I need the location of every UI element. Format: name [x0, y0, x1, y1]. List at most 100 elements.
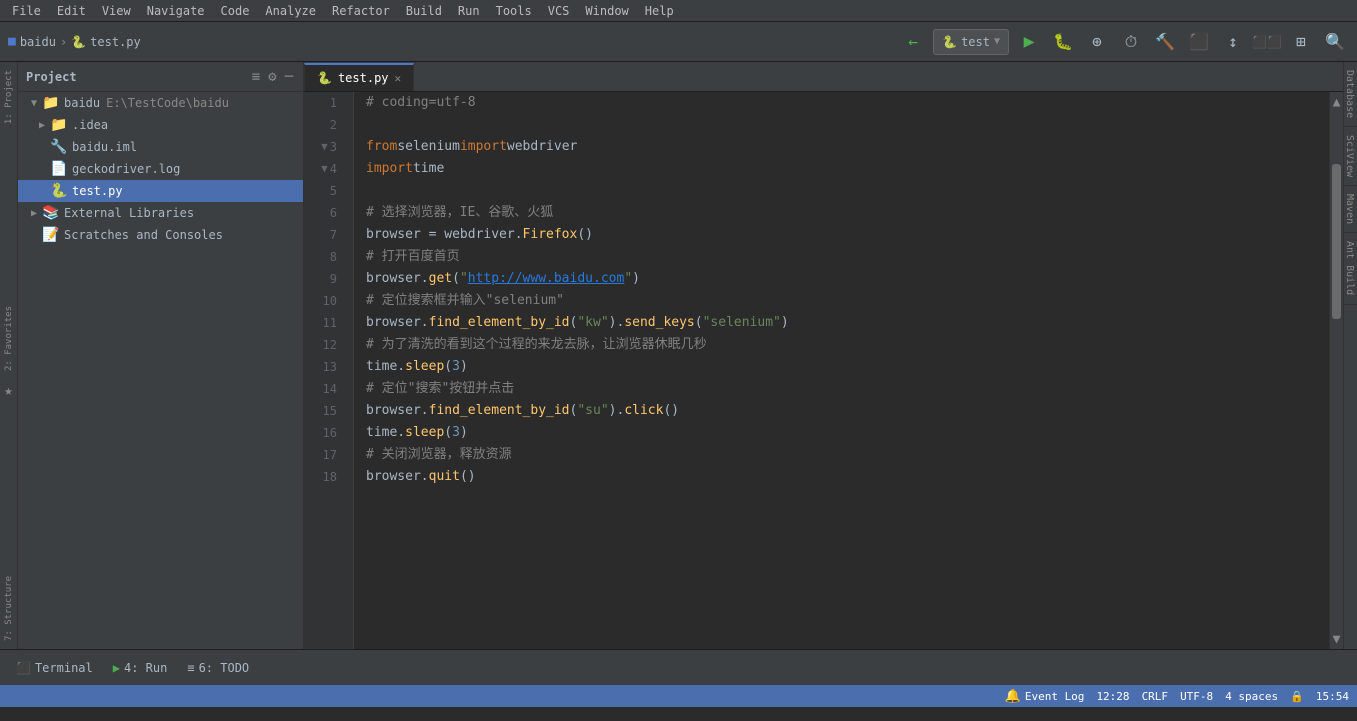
- stop-button[interactable]: ⬛: [1185, 28, 1213, 56]
- expand-arrow-baidu: ▼: [26, 98, 42, 109]
- sidebar-item-geckodriver[interactable]: 📄 geckodriver.log: [18, 158, 303, 180]
- code-line-8: # 打开百度首页: [366, 246, 1329, 268]
- menu-code[interactable]: Code: [213, 0, 258, 21]
- tab-close-testpy[interactable]: ✕: [395, 72, 402, 85]
- menu-help[interactable]: Help: [637, 0, 682, 21]
- left-icon-strip: 1: Project 2: Favorites ★ 7: Structure: [0, 62, 18, 649]
- code-text-1: # coding=utf-8: [366, 92, 476, 114]
- search-everywhere-button[interactable]: 🔍: [1321, 28, 1349, 56]
- right-tab-antbuild[interactable]: Ant Build: [1344, 233, 1357, 304]
- status-crlf[interactable]: CRLF: [1142, 690, 1169, 703]
- code-line-15: browser.find_element_by_id("su").click(): [366, 400, 1329, 422]
- sidebar-item-baidu[interactable]: ▼ 📁 baidu E:\TestCode\baidu: [18, 92, 303, 114]
- toolbar: ■ baidu › 🐍 test.py ← 🐍 test ▼ ▶ 🐛 ⊕ ⏱ 🔨…: [0, 22, 1357, 62]
- fold-marker-4[interactable]: ▼: [321, 158, 328, 180]
- debug-button[interactable]: 🐛: [1049, 28, 1077, 56]
- toolbar-right: ← 🐍 test ▼ ▶ 🐛 ⊕ ⏱ 🔨 ⬛ ↕ ⬛⬛ ⊞ 🔍: [899, 28, 1349, 56]
- tree-label-baidu: baidu: [64, 96, 100, 110]
- menu-analyze[interactable]: Analyze: [257, 0, 324, 21]
- code-area[interactable]: # coding=utf-8 from selenium import webd…: [354, 92, 1329, 649]
- right-tab-maven[interactable]: Maven: [1344, 186, 1357, 233]
- scroll-up-button[interactable]: ▲: [1330, 92, 1343, 112]
- code-line-12: # 为了清洗的看到这个过程的来龙去脉，让浏览器休眠几秒: [366, 334, 1329, 356]
- sidebar-minimize-button[interactable]: ─: [283, 67, 295, 87]
- right-tab-sciview[interactable]: SciView: [1344, 127, 1357, 186]
- code-wd: webdriver: [507, 136, 577, 158]
- menu-view[interactable]: View: [94, 0, 139, 21]
- run-panel-button[interactable]: ▶ 4: Run: [105, 657, 176, 679]
- code-text-9e: ": [624, 268, 632, 290]
- scroll-thumb[interactable]: [1332, 164, 1341, 319]
- status-encoding[interactable]: UTF-8: [1180, 690, 1213, 703]
- terminal-button[interactable]: ⬛ Terminal: [8, 657, 101, 679]
- code-text-11a: browser.: [366, 312, 429, 334]
- tree-label-scratches: Scratches and Consoles: [64, 228, 223, 242]
- coverage-button[interactable]: ⊕: [1083, 28, 1111, 56]
- scroll-down-button[interactable]: ▼: [1330, 629, 1343, 649]
- gutter-5: 5: [304, 180, 345, 202]
- terminal-label: Terminal: [35, 661, 93, 675]
- code-line-5: [366, 180, 1329, 202]
- menu-navigate[interactable]: Navigate: [139, 0, 213, 21]
- code-text-18b: quit: [429, 466, 460, 488]
- update-button[interactable]: ↕: [1219, 28, 1247, 56]
- code-text-9d: ": [460, 268, 468, 290]
- breadcrumb-project[interactable]: baidu: [20, 35, 56, 49]
- favorites-star-icon[interactable]: ★: [0, 379, 16, 403]
- layout-button[interactable]: ⊞: [1287, 28, 1315, 56]
- menu-build[interactable]: Build: [398, 0, 450, 21]
- event-log-link[interactable]: 🔔 Event Log: [1005, 689, 1085, 704]
- code-url-baidu[interactable]: http://www.baidu.com: [468, 268, 625, 290]
- sidebar-settings-button[interactable]: ≡: [250, 67, 262, 87]
- code-text-11g: (: [695, 312, 703, 334]
- run-icon: 🐍: [942, 35, 957, 49]
- menu-file[interactable]: File: [4, 0, 49, 21]
- todo-button[interactable]: ≡ 6: TODO: [179, 657, 257, 679]
- status-bar: 🔔 Event Log 12:28 CRLF UTF-8 4 spaces 🔒 …: [0, 685, 1357, 707]
- code-kw-import2: import: [366, 158, 413, 180]
- status-line-col[interactable]: 12:28: [1096, 690, 1129, 703]
- right-tabs: Database SciView Maven Ant Build: [1343, 62, 1357, 649]
- menu-edit[interactable]: Edit: [49, 0, 94, 21]
- folder-icon-baidu: 📁: [42, 95, 60, 111]
- code-line-3: from selenium import webdriver: [366, 136, 1329, 158]
- menu-window[interactable]: Window: [577, 0, 636, 21]
- sidebar-gear-button[interactable]: ⚙: [266, 67, 278, 87]
- terminal-button[interactable]: ⬛⬛: [1253, 28, 1281, 56]
- profile-button[interactable]: ⏱: [1117, 28, 1145, 56]
- menu-tools[interactable]: Tools: [488, 0, 540, 21]
- project-panel-toggle[interactable]: [8, 689, 22, 703]
- sidebar-header: Project ≡ ⚙ ─: [18, 62, 303, 92]
- expand-arrow-idea: ▶: [34, 120, 50, 131]
- menu-run[interactable]: Run: [450, 0, 488, 21]
- tab-testpy[interactable]: 🐍 test.py ✕: [304, 63, 414, 91]
- gutter: 1 2 ▼3 ▼4 5 6 7 8 9 10 11 12 13 14 15 16: [304, 92, 354, 649]
- build-button[interactable]: 🔨: [1151, 28, 1179, 56]
- code-line-7: browser = webdriver.Firefox(): [366, 224, 1329, 246]
- code-text-7c: (): [577, 224, 593, 246]
- code-line-9: browser.get("http://www.baidu.com"): [366, 268, 1329, 290]
- left-icon-favorites[interactable]: 2: Favorites: [2, 298, 16, 379]
- menu-vcs[interactable]: VCS: [540, 0, 578, 21]
- sidebar-item-scratches[interactable]: 📝 Scratches and Consoles: [18, 224, 303, 246]
- fold-marker-3[interactable]: ▼: [321, 136, 328, 158]
- status-indent[interactable]: 4 spaces: [1225, 690, 1278, 703]
- run-button[interactable]: ▶: [1015, 28, 1043, 56]
- sidebar-item-testpy[interactable]: 🐍 test.py: [18, 180, 303, 202]
- run-config-selector[interactable]: 🐍 test ▼: [933, 29, 1009, 55]
- breadcrumb-file[interactable]: test.py: [90, 35, 141, 49]
- menu-refactor[interactable]: Refactor: [324, 0, 398, 21]
- back-button[interactable]: ←: [899, 28, 927, 56]
- right-tab-database[interactable]: Database: [1344, 62, 1357, 127]
- left-icon-structure[interactable]: 7: Structure: [2, 568, 16, 649]
- left-icon-project[interactable]: 1: Project: [2, 62, 16, 132]
- gutter-15: 15: [304, 400, 345, 422]
- vertical-scrollbar[interactable]: ▲ ▼: [1329, 92, 1343, 649]
- code-line-10: # 定位搜索框并输入"selenium": [366, 290, 1329, 312]
- gutter-14: 14: [304, 378, 345, 400]
- code-text-13a: time.: [366, 356, 405, 378]
- sidebar-item-external-libs[interactable]: ▶ 📚 External Libraries: [18, 202, 303, 224]
- sidebar-item-idea[interactable]: ▶ 📁 .idea: [18, 114, 303, 136]
- sidebar-item-baidu-iml[interactable]: 🔧 baidu.iml: [18, 136, 303, 158]
- code-text-11c: (: [570, 312, 578, 334]
